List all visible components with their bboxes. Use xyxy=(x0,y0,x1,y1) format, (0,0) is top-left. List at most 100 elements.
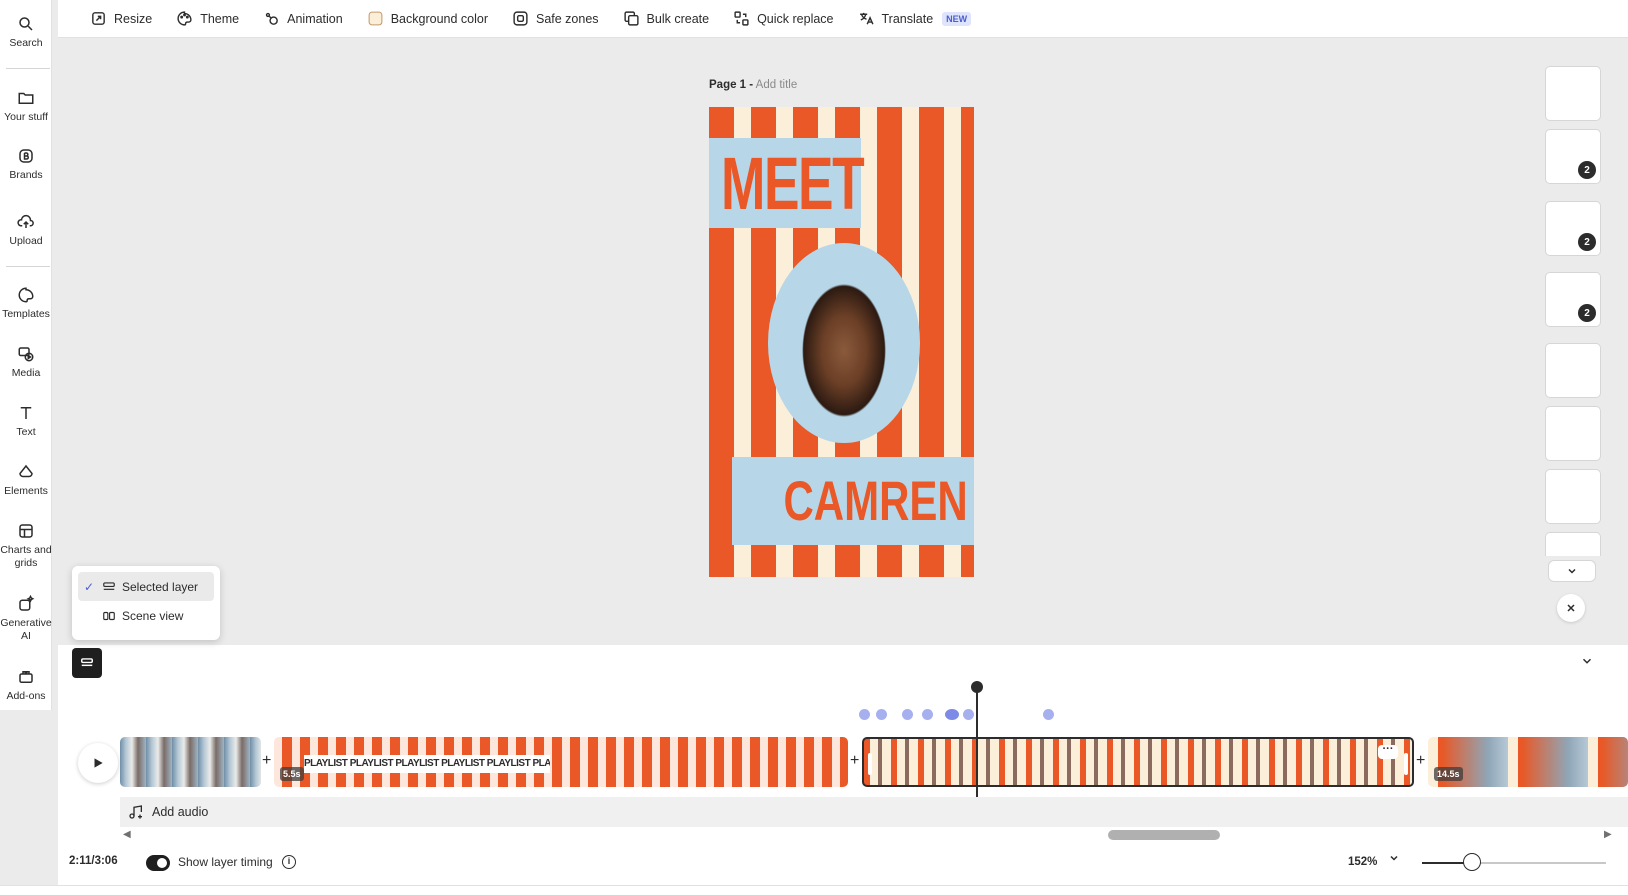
add-title-placeholder[interactable]: Add title xyxy=(756,79,798,91)
design-canvas[interactable]: MEET CAMREN xyxy=(709,107,974,577)
camren-text-box[interactable]: CAMREN xyxy=(732,457,974,545)
zoom-dropdown-button[interactable] xyxy=(1388,852,1400,867)
show-layer-timing-toggle[interactable] xyxy=(146,855,170,871)
zoom-slider-handle[interactable] xyxy=(1462,853,1481,871)
page-thumbnail[interactable] xyxy=(1545,406,1601,461)
charts-icon xyxy=(19,524,33,538)
rail-generative-ai-label: Generative AI xyxy=(0,617,52,642)
resize-icon xyxy=(92,12,105,25)
keyframe-marker[interactable] xyxy=(945,709,959,720)
info-icon[interactable]: i xyxy=(282,855,296,869)
page-title[interactable]: Page 1 - Add title xyxy=(709,79,797,91)
keyframe-marker[interactable] xyxy=(876,709,887,720)
page-thumbnail[interactable] xyxy=(1545,66,1601,121)
background-color-button[interactable]: Background color xyxy=(355,4,500,34)
keyframe-marker[interactable] xyxy=(902,709,913,720)
timeline-clip[interactable]: PLAYLIST PLAYLIST PLAYLIST PLAYLIST PLAY… xyxy=(274,737,848,787)
rail-generative-ai[interactable]: Generative AI xyxy=(0,595,52,643)
menu-item-label: Scene view xyxy=(122,608,184,623)
page-thumbnail[interactable] xyxy=(1545,532,1601,556)
page-thumbnail[interactable]: 2 xyxy=(1545,129,1601,184)
add-scene-button[interactable]: + xyxy=(1416,752,1425,770)
add-scene-button[interactable]: + xyxy=(262,752,271,770)
translate-button[interactable]: Translate NEW xyxy=(846,4,984,34)
background-color-label: Background color xyxy=(390,11,488,26)
clip-duration-badge: 14.5s xyxy=(1434,767,1463,781)
safe-zones-button[interactable]: Safe zones xyxy=(500,4,611,34)
brand-icon xyxy=(19,149,33,163)
quick-replace-icon xyxy=(734,11,749,26)
scene-view-icon xyxy=(103,611,115,620)
top-toolbar: Resize Theme Animation Background color … xyxy=(58,0,1628,38)
page-thumbnail[interactable]: 2 xyxy=(1545,201,1601,256)
theme-icon xyxy=(177,11,192,26)
keyframe-marker[interactable] xyxy=(1043,709,1054,720)
folder-icon xyxy=(18,92,34,104)
elements-icon xyxy=(19,464,33,478)
keyframe-marker[interactable] xyxy=(922,709,933,720)
playback-time: 2:11/3:06 xyxy=(69,855,118,867)
rail-divider xyxy=(6,68,50,69)
quick-replace-button[interactable]: Quick replace xyxy=(721,4,845,34)
rail-upload[interactable]: Upload xyxy=(0,213,52,248)
rail-templates[interactable]: Templates xyxy=(0,286,52,321)
rail-brands[interactable]: Brands xyxy=(0,147,52,182)
zoom-level[interactable]: 152% xyxy=(1348,856,1377,868)
timeline-clip[interactable]: 14.5s xyxy=(1428,737,1628,787)
upload-icon xyxy=(17,214,34,228)
page-number: Page 1 - xyxy=(709,79,754,91)
play-icon xyxy=(94,758,103,768)
rail-add-ons[interactable]: Add-ons xyxy=(0,668,52,703)
play-button[interactable] xyxy=(78,743,118,783)
bulk-create-button[interactable]: Bulk create xyxy=(611,4,722,34)
translate-icon xyxy=(859,12,874,25)
rail-your-stuff[interactable]: Your stuff xyxy=(0,89,52,124)
chevron-down-icon xyxy=(1568,568,1576,574)
add-audio-button[interactable]: Add audio xyxy=(120,797,1628,827)
clip-trim-handle-right[interactable] xyxy=(1404,753,1408,775)
animation-label: Animation xyxy=(287,11,343,26)
meet-text-box[interactable]: MEET xyxy=(709,138,865,228)
add-ons-icon xyxy=(19,671,33,683)
theme-button[interactable]: Theme xyxy=(164,4,251,34)
portrait-frame[interactable] xyxy=(768,243,920,443)
generative-ai-icon xyxy=(19,595,35,611)
scroll-left-arrow[interactable]: ◀ xyxy=(123,829,131,840)
page-thumbnail[interactable]: 2 xyxy=(1545,272,1601,327)
thumbnails-scroll-down-button[interactable] xyxy=(1548,560,1596,582)
clip-duration-badge: 5.5s xyxy=(280,767,304,781)
keyframe-marker[interactable] xyxy=(963,709,974,720)
timeline-clip[interactable] xyxy=(120,737,261,787)
rail-elements-label: Elements xyxy=(4,485,48,497)
clip-more-options-button[interactable]: ··· xyxy=(1378,744,1398,759)
collapse-timeline-button[interactable] xyxy=(1580,654,1594,671)
animation-button[interactable]: Animation xyxy=(251,4,355,34)
bulk-create-label: Bulk create xyxy=(646,11,710,26)
add-scene-button[interactable]: + xyxy=(850,752,859,770)
text-icon xyxy=(20,407,32,419)
timeline-clip-selected[interactable]: ··· xyxy=(862,737,1414,787)
rail-text[interactable]: Text xyxy=(0,404,52,439)
close-thumbnails-button[interactable] xyxy=(1557,594,1585,622)
safe-zones-icon xyxy=(513,11,528,26)
resize-label: Resize xyxy=(114,11,153,26)
page-thumbnail[interactable] xyxy=(1545,469,1601,524)
clip-trim-handle-left[interactable] xyxy=(868,753,872,775)
timeline-view-toggle-button[interactable] xyxy=(72,648,102,678)
timeline-scrollbar[interactable] xyxy=(1108,830,1220,840)
rail-elements[interactable]: Elements xyxy=(0,463,52,498)
search-icon xyxy=(19,17,33,31)
rail-media[interactable]: Media xyxy=(0,345,52,380)
rail-charts-and-grids[interactable]: Charts and grids xyxy=(0,522,52,570)
rail-search[interactable]: Search xyxy=(0,15,52,50)
zoom-slider-track[interactable] xyxy=(1422,862,1606,864)
menu-item-scene-view[interactable]: Scene view xyxy=(78,601,214,630)
page-thumbnail[interactable] xyxy=(1545,343,1601,398)
resize-button[interactable]: Resize xyxy=(78,4,164,34)
playhead-handle[interactable] xyxy=(971,681,983,693)
menu-item-selected-layer[interactable]: ✓ Selected layer xyxy=(78,572,214,601)
clip-text-preview: PLAYLIST PLAYLIST PLAYLIST PLAYLIST PLAY… xyxy=(304,755,550,773)
keyframe-marker[interactable] xyxy=(859,709,870,720)
add-audio-label: Add audio xyxy=(152,805,209,819)
scroll-right-arrow[interactable]: ▶ xyxy=(1604,829,1612,840)
